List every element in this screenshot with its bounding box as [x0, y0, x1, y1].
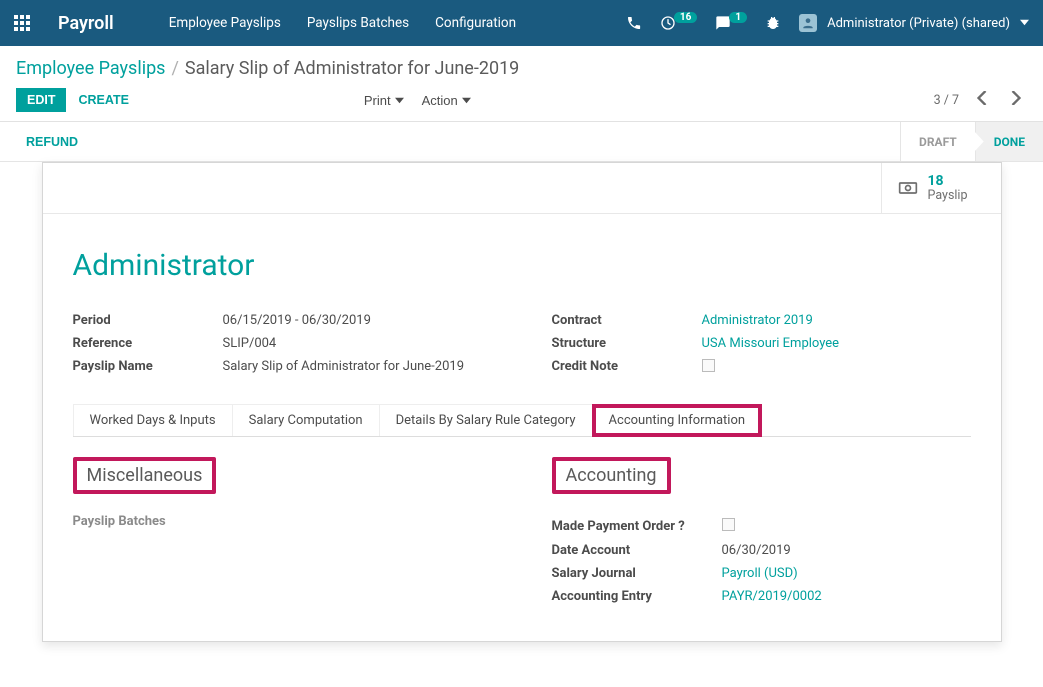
checkbox-credit-note	[702, 359, 715, 372]
create-button[interactable]: CREATE	[66, 88, 140, 112]
chevron-right-icon	[1011, 91, 1021, 105]
statusbar: REFUND DRAFT DONE	[0, 122, 1043, 162]
print-dropdown[interactable]: Print	[358, 89, 410, 112]
avatar-icon	[799, 14, 817, 32]
label-made-payment: Made Payment Order ?	[552, 519, 722, 534]
label-payslip-batches: Payslip Batches	[73, 514, 492, 529]
pager-text: 3 / 7	[934, 93, 959, 108]
label-payslip-name: Payslip Name	[73, 359, 223, 374]
label-period: Period	[73, 313, 223, 328]
tab-worked-days[interactable]: Worked Days & Inputs	[73, 404, 233, 436]
tab-content-accounting: Miscellaneous Payslip Batches Accounting…	[73, 437, 971, 608]
tab-accounting-information[interactable]: Accounting Information	[592, 404, 763, 437]
pager-prev[interactable]	[971, 87, 993, 113]
tabs: Worked Days & Inputs Salary Computation …	[73, 404, 971, 437]
status-done[interactable]: DONE	[975, 122, 1043, 161]
link-accounting-entry[interactable]: PAYR/2019/0002	[722, 589, 822, 604]
caret-down-icon	[395, 96, 404, 105]
edit-button[interactable]: EDIT	[16, 88, 66, 112]
section-title-miscellaneous: Miscellaneous	[73, 457, 217, 494]
caret-down-icon	[1020, 16, 1029, 31]
stat-label: Payslip	[928, 189, 968, 203]
value-payslip-name: Salary Slip of Administrator for June-20…	[223, 359, 492, 374]
tab-details-by-rule[interactable]: Details By Salary Rule Category	[379, 404, 593, 436]
breadcrumb-separator: /	[171, 58, 178, 79]
breadcrumb-current: Salary Slip of Administrator for June-20…	[185, 58, 519, 79]
app-name[interactable]: Payroll	[58, 13, 114, 34]
label-contract: Contract	[552, 313, 702, 328]
status-draft[interactable]: DRAFT	[900, 122, 975, 161]
action-label: Action	[422, 93, 458, 108]
user-label: Administrator (Private) (shared)	[827, 16, 1010, 31]
messages-badge: 1	[729, 12, 747, 23]
apps-icon[interactable]	[14, 15, 30, 31]
debug-icon[interactable]	[765, 15, 781, 31]
label-salary-journal: Salary Journal	[552, 566, 722, 581]
form-sheet-background: 18 Payslip Administrator Period 06/15/20…	[0, 162, 1043, 662]
link-structure[interactable]: USA Missouri Employee	[702, 336, 840, 351]
form-sheet: 18 Payslip Administrator Period 06/15/20…	[42, 162, 1002, 642]
print-label: Print	[364, 93, 391, 108]
label-credit-note: Credit Note	[552, 359, 702, 376]
value-reference: SLIP/004	[223, 336, 492, 351]
activities-icon[interactable]: 16	[660, 15, 697, 31]
refund-button[interactable]: REFUND	[16, 127, 88, 157]
link-salary-journal[interactable]: Payroll (USD)	[722, 566, 798, 581]
action-dropdown[interactable]: Action	[416, 89, 477, 112]
label-structure: Structure	[552, 336, 702, 351]
field-grid: Period 06/15/2019 - 06/30/2019 Reference…	[73, 309, 971, 380]
section-title-accounting: Accounting	[552, 457, 671, 494]
label-accounting-entry: Accounting Entry	[552, 589, 722, 604]
status-steps: DRAFT DONE	[900, 122, 1043, 161]
pager-next[interactable]	[1005, 87, 1027, 113]
tab-salary-computation[interactable]: Salary Computation	[232, 404, 380, 436]
caret-down-icon	[462, 96, 471, 105]
phone-icon[interactable]	[626, 15, 642, 31]
top-navbar: Payroll Employee Payslips Payslips Batch…	[0, 0, 1043, 46]
nav-menu: Employee Payslips Payslips Batches Confi…	[169, 15, 516, 31]
nav-employee-payslips[interactable]: Employee Payslips	[169, 15, 281, 31]
value-period: 06/15/2019 - 06/30/2019	[223, 313, 492, 328]
breadcrumb-parent[interactable]: Employee Payslips	[16, 58, 165, 79]
messages-icon[interactable]: 1	[715, 15, 747, 31]
record-title: Administrator	[73, 248, 971, 283]
value-date-account: 06/30/2019	[722, 543, 791, 558]
user-menu[interactable]: Administrator (Private) (shared)	[799, 14, 1029, 32]
stat-button-payslip[interactable]: 18 Payslip	[881, 163, 1001, 213]
link-contract[interactable]: Administrator 2019	[702, 313, 813, 328]
stat-value: 18	[928, 173, 968, 189]
button-box: 18 Payslip	[43, 163, 1001, 214]
checkbox-made-payment	[722, 518, 735, 531]
nav-payslips-batches[interactable]: Payslips Batches	[307, 15, 409, 31]
label-date-account: Date Account	[552, 543, 722, 558]
label-reference: Reference	[73, 336, 223, 351]
control-panel: Employee Payslips / Salary Slip of Admin…	[0, 46, 1043, 122]
chevron-left-icon	[977, 91, 987, 105]
breadcrumb: Employee Payslips / Salary Slip of Admin…	[16, 58, 1027, 79]
money-icon	[898, 178, 918, 198]
activities-badge: 16	[674, 12, 697, 23]
nav-configuration[interactable]: Configuration	[435, 15, 516, 31]
